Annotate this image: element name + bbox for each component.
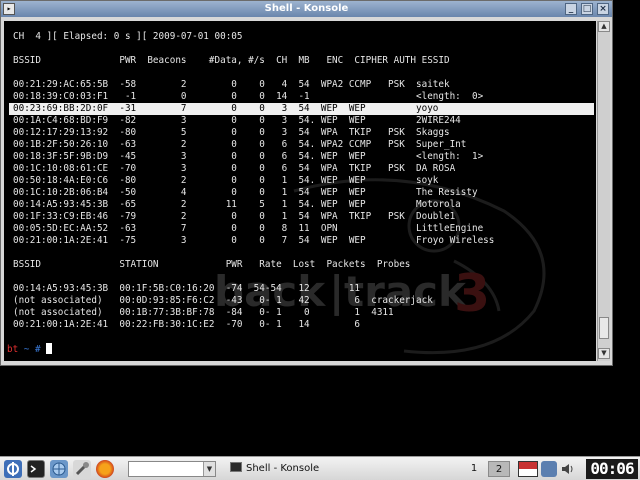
ap-row: 00:05:5D:EC:AA:52 -63 7 0 0 8 11 OPN Lit…: [13, 223, 484, 234]
ap-row: 00:21:29:AC:65:5B -58 2 0 0 4 54 WPA2 CC…: [13, 79, 450, 90]
ap-row: 00:1F:33:C9:EB:46 -79 2 0 0 1 54 WPA TKI…: [13, 211, 456, 222]
konsole-task-icon: [230, 462, 242, 472]
ap-row: 00:1A:C4:68:BD:F9 -82 3 0 0 3 54. WEP WE…: [13, 115, 461, 126]
prompt-symbol: #: [35, 344, 41, 355]
station-row: (not associated) 00:0D:93:85:F6:C2 -43 0…: [13, 295, 433, 306]
prompt-separator: ~: [18, 344, 35, 355]
shell-prompt[interactable]: bt ~ #: [7, 343, 53, 355]
ap-row: 00:1C:10:08:61:CE -70 3 0 0 6 54 WPA TKI…: [13, 163, 456, 174]
minimize-icon[interactable]: _: [565, 3, 577, 15]
firefox-icon[interactable]: [96, 460, 114, 478]
prompt-user: bt: [7, 344, 19, 355]
keyboard-layout-icon[interactable]: [518, 461, 538, 477]
close-icon[interactable]: ×: [597, 3, 609, 15]
ap-row: 00:18:3F:5F:9B:D9 -45 3 0 0 6 54. WEP WE…: [13, 151, 484, 162]
window-title: Shell - Konsole: [264, 3, 349, 14]
desktop-2-button[interactable]: 2: [488, 461, 510, 477]
ap-table-header: BSSID PWR Beacons #Data, #/s CH MB ENC C…: [13, 55, 450, 66]
clock[interactable]: 00:06: [586, 459, 638, 479]
chevron-down-icon[interactable]: ▼: [203, 462, 215, 476]
scroll-up-icon[interactable]: ▲: [598, 21, 610, 32]
station-row: (not associated) 00:1B:77:3B:BF:78 -84 0…: [13, 307, 394, 318]
taskbar-item-konsole[interactable]: Shell - Konsole: [226, 460, 462, 478]
terminal-icon[interactable]: [27, 460, 45, 478]
ap-row-highlighted: 00:23:69:BB:2D:0F -31 7 0 0 3 54 WEP WEP…: [9, 103, 594, 115]
terminal-scrollbar[interactable]: ▲ ▼: [597, 21, 610, 361]
ap-row: 00:12:17:29:13:92 -80 5 0 0 3 54 WPA TKI…: [13, 127, 450, 138]
ap-row: 00:1C:10:2B:06:B4 -50 4 0 0 1 54 WEP WEP…: [13, 187, 478, 198]
taskbar-item-label: Shell - Konsole: [246, 463, 320, 474]
ap-row: 00:21:00:1A:2E:41 -75 3 0 0 7 54 WEP WEP…: [13, 235, 495, 246]
ap-row: 00:50:18:4A:E0:C6 -80 2 0 0 1 54. WEP WE…: [13, 175, 439, 186]
desktop-1-button[interactable]: 1: [463, 461, 485, 477]
status-line: CH 4 ][ Elapsed: 0 s ][ 2009-07-01 00:05: [13, 31, 243, 42]
text-cursor: [46, 343, 53, 354]
ap-row: 00:1B:2F:50:26:10 -63 2 0 0 6 54. WPA2 C…: [13, 139, 467, 150]
terminal-area[interactable]: back | track 3 CH 4 ][ Elapsed: 0 s ][ 2…: [4, 21, 596, 361]
ap-row: 00:18:39:C0:03:F1 -1 0 0 0 14 -1 <length…: [13, 91, 484, 102]
tools-icon[interactable]: [73, 460, 91, 478]
run-command-input[interactable]: ▼: [128, 461, 216, 477]
ap-row: 00:14:A5:93:45:3B -65 2 11 5 1 54. WEP W…: [13, 199, 461, 210]
scrollbar-thumb[interactable]: [599, 317, 609, 339]
taskbar: ▼ Shell - Konsole 1 2 00:06: [0, 456, 640, 480]
station-row: 00:21:00:1A:2E:41 00:22:FB:30:1C:E2 -70 …: [13, 319, 361, 330]
konsole-window: ▸ Shell - Konsole _ □ × back | track 3 C…: [0, 0, 613, 366]
title-bar[interactable]: ▸ Shell - Konsole _ □ ×: [1, 1, 612, 17]
station-table-header: BSSID STATION PWR Rate Lost Packets Prob…: [13, 259, 411, 270]
scroll-down-icon[interactable]: ▼: [598, 348, 610, 359]
kde-menu-icon[interactable]: [4, 460, 22, 478]
volume-icon[interactable]: [560, 461, 576, 477]
maximize-icon[interactable]: □: [581, 3, 593, 15]
network-icon[interactable]: [50, 460, 68, 478]
svg-text:3: 3: [454, 264, 490, 324]
station-row: 00:14:A5:93:45:3B 00:1F:5B:C0:16:20 -74 …: [13, 283, 361, 294]
network-tray-icon[interactable]: [541, 461, 557, 477]
